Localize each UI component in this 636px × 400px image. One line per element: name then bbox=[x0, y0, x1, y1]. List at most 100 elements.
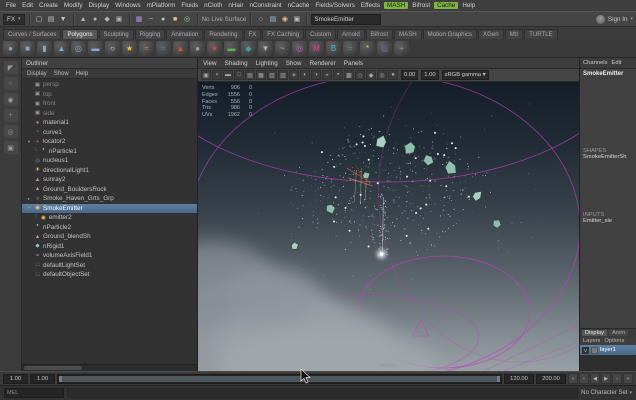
exposure-field[interactable]: 0.00 bbox=[401, 70, 419, 80]
snap-plane-icon[interactable]: ■ bbox=[170, 13, 181, 25]
render-settings-icon[interactable]: ▣ bbox=[291, 13, 302, 25]
volume-field-icon[interactable]: ◎ bbox=[292, 40, 307, 56]
channel-box-menu-edit[interactable]: Edit bbox=[612, 60, 622, 66]
outliner-item-defaultobjectset[interactable]: □ defaultObjectSet bbox=[22, 270, 197, 280]
shelf-tab-custom[interactable]: Custom bbox=[305, 29, 337, 39]
nrigid-icon[interactable]: ◆ bbox=[241, 40, 256, 56]
menu-ncloth[interactable]: nCloth bbox=[201, 2, 225, 9]
range-handle-left[interactable] bbox=[59, 375, 62, 382]
smoke-icon[interactable]: ● bbox=[190, 40, 205, 56]
ncloth-icon[interactable]: ▬ bbox=[224, 40, 239, 56]
character-set-selector[interactable]: No Character Set ▾ bbox=[581, 390, 632, 396]
outliner-menu-help[interactable]: Help bbox=[76, 71, 88, 77]
shelf-tab-xgen[interactable]: XGen bbox=[478, 29, 504, 39]
range-handle-right[interactable] bbox=[497, 375, 500, 382]
lock-camera-icon[interactable]: ▪ bbox=[212, 70, 222, 80]
menu-modify[interactable]: Modify bbox=[61, 2, 86, 9]
explosion-icon[interactable]: ★ bbox=[207, 40, 222, 56]
outliner-item-nrigid1[interactable]: ◆ nRigid1 bbox=[22, 242, 197, 252]
new-scene-icon[interactable]: ▢ bbox=[34, 13, 45, 25]
emitter-icon[interactable]: ★ bbox=[122, 40, 137, 56]
xray-icon[interactable]: ◆ bbox=[366, 70, 376, 80]
section-item[interactable]: Emitter_sle bbox=[580, 218, 636, 226]
fluid-icon[interactable]: ≈ bbox=[139, 40, 154, 56]
fire-icon[interactable]: ▲ bbox=[173, 40, 188, 56]
paint-select-tool-icon[interactable]: ◉ bbox=[3, 93, 18, 106]
select-tool-icon[interactable]: ◤ bbox=[3, 61, 18, 74]
menu-bifrost[interactable]: Bifrost bbox=[409, 2, 433, 9]
play-backwards-icon[interactable]: ◀ bbox=[590, 373, 600, 384]
ipr-render-icon[interactable]: ◉ bbox=[279, 13, 290, 25]
layer-menu-layers[interactable]: Layers bbox=[583, 338, 600, 344]
menu-mash[interactable]: MASH bbox=[384, 2, 409, 9]
scrollbar-thumb[interactable] bbox=[24, 366, 82, 370]
range-bar[interactable] bbox=[59, 375, 500, 382]
bifrost-icon[interactable]: B bbox=[326, 40, 341, 56]
playback-end-field[interactable]: 120.00 bbox=[504, 373, 534, 384]
layer-visibility-toggle[interactable]: V bbox=[582, 346, 589, 354]
menu-nconstraint[interactable]: nConstraint bbox=[246, 2, 284, 9]
outliner-item-sunray2[interactable]: ▲ sunray2 bbox=[22, 175, 197, 185]
menu-help[interactable]: Help bbox=[459, 2, 478, 9]
menu-fields-solvers[interactable]: Fields/Solvers bbox=[312, 2, 358, 9]
outliner-item-nparticle1[interactable]: └ * nParticle1 bbox=[22, 147, 197, 157]
select-component-icon[interactable]: ◆ bbox=[102, 13, 113, 25]
lasso-tool-icon[interactable]: ○ bbox=[3, 77, 18, 90]
resolution-gate-icon[interactable]: ▤ bbox=[245, 70, 255, 80]
viewport-menu-shading[interactable]: Shading bbox=[225, 60, 248, 67]
shelf-tab-arnold[interactable]: Arnold bbox=[337, 29, 365, 39]
drag-icon[interactable]: + bbox=[394, 40, 409, 56]
menu-nhair[interactable]: nHair bbox=[225, 2, 246, 9]
viewport-3d-scene[interactable] bbox=[198, 82, 579, 371]
shelf-tab-polygons[interactable]: Polygons bbox=[62, 29, 98, 39]
shelf-tab-curves-surfaces[interactable]: Curves / Surfaces bbox=[3, 29, 62, 39]
layer-tab-display[interactable]: Display bbox=[582, 330, 608, 336]
textured-icon[interactable]: ● bbox=[388, 70, 398, 80]
ssao-icon[interactable]: ◒ bbox=[322, 70, 332, 80]
viewport-menu-panels[interactable]: Panels bbox=[344, 60, 363, 67]
isolate-select-icon[interactable]: ◇ bbox=[355, 70, 365, 80]
shelf-tab-rendering[interactable]: Rendering bbox=[204, 29, 243, 39]
viewport-menu-renderer[interactable]: Renderer bbox=[309, 60, 335, 67]
menuset-dropdown[interactable]: FX ▾ bbox=[3, 13, 25, 25]
shelf-tab-sculpting[interactable]: Sculpting bbox=[98, 29, 134, 39]
outliner-scrollbar[interactable] bbox=[22, 364, 197, 371]
shadows-icon[interactable]: ◑ bbox=[311, 70, 321, 80]
outliner-menu-display[interactable]: Display bbox=[27, 71, 47, 77]
gate-mask-icon[interactable]: ▦ bbox=[256, 70, 266, 80]
step-back-icon[interactable]: ‹ bbox=[579, 373, 589, 384]
ocean-icon[interactable]: ≈ bbox=[156, 40, 171, 56]
turbulence-icon[interactable]: * bbox=[360, 40, 375, 56]
wind-icon[interactable]: ~ bbox=[275, 40, 290, 56]
scale-tool-icon[interactable]: ▣ bbox=[3, 141, 18, 154]
ambient-light-icon[interactable]: ◐ bbox=[300, 70, 310, 80]
shelf-tab-mti[interactable]: MtI bbox=[504, 29, 524, 39]
motion-blur-icon[interactable]: ◓ bbox=[333, 70, 343, 80]
fill-light-icon[interactable]: ☀ bbox=[289, 70, 299, 80]
menu-file[interactable]: File bbox=[3, 2, 19, 9]
outliner-menu-show[interactable]: Show bbox=[54, 71, 69, 77]
animation-end-field[interactable]: 200.00 bbox=[536, 373, 566, 384]
layer-row-layer1[interactable]: Vlayer1 bbox=[580, 345, 636, 355]
make-live-icon[interactable]: ◎ bbox=[182, 13, 193, 25]
viewport-menu-lighting[interactable]: Lighting bbox=[256, 60, 278, 67]
outliner-item-defaultlightset[interactable]: □ defaultLightSet bbox=[22, 261, 197, 271]
vortex-icon[interactable]: ◎ bbox=[377, 40, 392, 56]
snap-grid-icon[interactable]: ▦ bbox=[134, 13, 145, 25]
save-scene-icon[interactable]: ▼ bbox=[58, 13, 69, 25]
command-line-input[interactable]: MEL bbox=[4, 388, 64, 398]
section-item[interactable]: SmokeEmitterSh bbox=[580, 154, 636, 162]
outliner-item-smoke-haven-grts-grp[interactable]: ▸ ○ Smoke_Haven_Grts_Grp bbox=[22, 194, 197, 204]
poly-sphere-icon[interactable]: ● bbox=[3, 40, 18, 56]
nparticle-icon[interactable]: ○ bbox=[105, 40, 120, 56]
menu-create[interactable]: Create bbox=[36, 2, 61, 9]
play-forward-icon[interactable]: ▶ bbox=[601, 373, 611, 384]
range-slider[interactable] bbox=[57, 373, 502, 384]
move-tool-icon[interactable]: + bbox=[3, 109, 18, 122]
go-to-start-icon[interactable]: « bbox=[568, 373, 578, 384]
outliner-item-front[interactable]: ▣ front bbox=[22, 99, 197, 109]
go-to-end-icon[interactable]: » bbox=[623, 373, 633, 384]
shelf-tab-turtle[interactable]: TURTLE bbox=[524, 29, 558, 39]
selection-mask-icon[interactable]: ▣ bbox=[114, 13, 125, 25]
expander-icon[interactable]: ▸ bbox=[26, 196, 32, 202]
